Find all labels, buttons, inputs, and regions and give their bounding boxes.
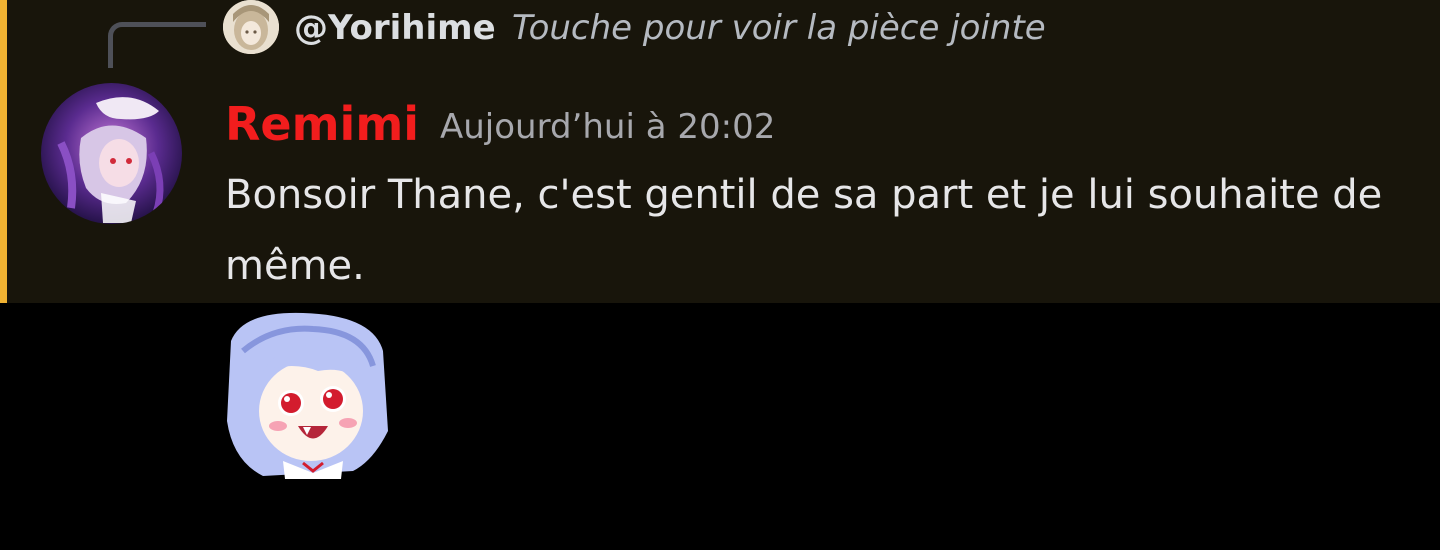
reply-author[interactable]: @Yorihime [294, 6, 496, 50]
mention-bar [0, 0, 7, 303]
author-avatar-art [41, 83, 182, 224]
message-text: Bonsoir Thane, c'est gentil de sa part e… [225, 172, 1383, 289]
reply-avatar-icon[interactable] [223, 0, 279, 54]
message-timestamp: Aujourd’hui à 20:02 [440, 107, 776, 147]
sticker-art [223, 311, 393, 479]
reply-spine [108, 22, 206, 68]
reply-avatar-art [223, 0, 279, 54]
author-name[interactable]: Remimi [225, 96, 419, 152]
reply-preview[interactable]: Touche pour voir la pièce jointe [512, 6, 1046, 50]
sticker-icon[interactable] [223, 311, 393, 479]
chat-view: @Yorihime Touche pour voir la pièce join… [0, 0, 1440, 550]
author-avatar-icon[interactable] [41, 83, 182, 224]
